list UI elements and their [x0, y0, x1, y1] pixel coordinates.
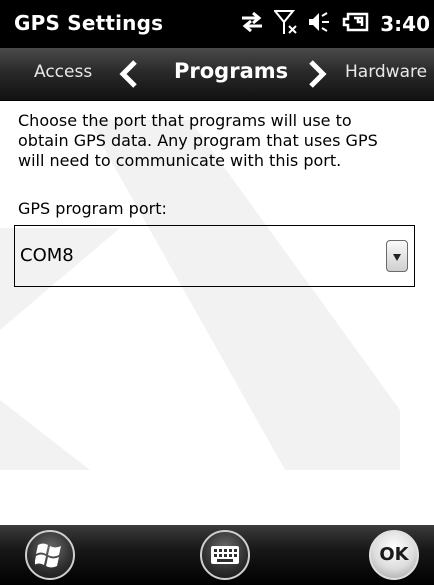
keyboard-icon [211, 546, 239, 564]
tab-programs[interactable]: Programs [174, 59, 288, 83]
description-line: obtain GPS data. Any program that uses G… [18, 131, 378, 150]
port-label: GPS program port: [18, 199, 167, 218]
no-signal-icon[interactable] [273, 9, 298, 39]
description-line: will need to communicate with this port. [18, 151, 342, 170]
tab-hardware[interactable]: Hardware [345, 62, 427, 82]
dropdown-button[interactable] [386, 240, 408, 272]
keyboard-button[interactable] [200, 530, 250, 580]
chevron-left-icon[interactable] [118, 59, 140, 93]
description-line: Choose the port that programs will use t… [18, 111, 352, 130]
description-text: Choose the port that programs will use t… [18, 111, 418, 171]
start-button[interactable] [25, 530, 75, 580]
ok-label: OK [379, 544, 409, 565]
status-icons: 3:40 [240, 8, 430, 40]
app-title: GPS Settings [14, 11, 164, 35]
tab-access[interactable]: Access [34, 62, 92, 82]
port-select[interactable]: COM8 [14, 225, 415, 287]
ok-button[interactable]: OK [369, 530, 419, 580]
battery-icon[interactable] [342, 12, 370, 36]
sync-icon[interactable] [240, 11, 264, 36]
tab-bar: Access Programs Hardware [0, 48, 434, 101]
windows-start-icon [35, 543, 61, 568]
title-bar: GPS Settings 3:40 [0, 0, 434, 48]
volume-icon[interactable] [308, 11, 332, 37]
bottom-bar: OK [0, 525, 434, 585]
screen: GPS Settings 3:40 Access Programs Hardwa… [0, 0, 434, 585]
chevron-down-icon [393, 254, 401, 261]
port-select-value[interactable]: COM8 [20, 245, 74, 266]
chevron-right-icon[interactable] [306, 59, 328, 93]
clock[interactable]: 3:40 [380, 12, 430, 36]
